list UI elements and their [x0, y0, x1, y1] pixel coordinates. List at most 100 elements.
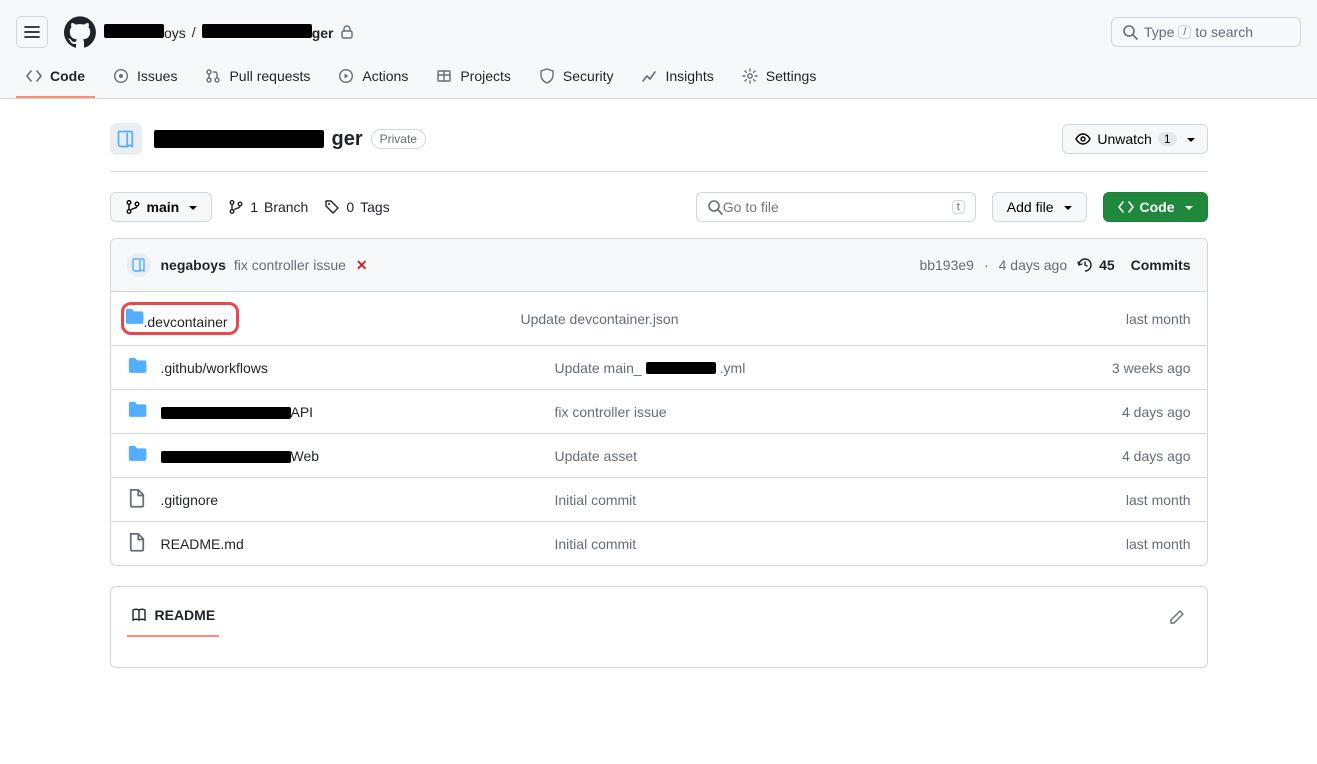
book-icon: [131, 607, 147, 623]
tab-issues[interactable]: Issues: [103, 56, 187, 98]
tag-icon: [324, 199, 340, 215]
file-commit-time: 3 weeks ago: [1112, 360, 1191, 376]
file-link[interactable]: API: [161, 404, 314, 420]
pull-request-icon: [205, 68, 221, 84]
tab-pull-requests[interactable]: Pull requests: [195, 56, 320, 98]
eye-icon: [1075, 131, 1091, 147]
action-row: main 1Branch 0Tags t Add file Code: [110, 192, 1208, 222]
go-to-file-input[interactable]: [723, 199, 952, 215]
commit-author-avatar[interactable]: [127, 253, 151, 277]
commit-message[interactable]: fix controller issue: [234, 257, 346, 273]
file-name: API: [161, 404, 541, 420]
graph-icon: [641, 68, 657, 84]
repo-nav: Code Issues Pull requests Actions Projec…: [0, 56, 1317, 99]
watch-count: 1: [1158, 132, 1177, 146]
repo-header: ger Private Unwatch 1: [110, 123, 1208, 172]
file-commit-message[interactable]: Update main_.yml: [555, 360, 1098, 376]
gear-icon: [742, 68, 758, 84]
github-logo[interactable]: [64, 16, 96, 48]
file-name: .gitignore: [161, 492, 541, 508]
shield-icon: [539, 68, 555, 84]
tab-insights[interactable]: Insights: [631, 56, 723, 98]
file-commit-time: 4 days ago: [1122, 448, 1191, 464]
file-list: negaboys fix controller issue ✕ bb193e9 …: [110, 238, 1208, 566]
github-icon: [64, 16, 96, 48]
commit-author[interactable]: negaboys: [161, 257, 226, 273]
tab-projects[interactable]: Projects: [426, 56, 521, 98]
search-icon: [707, 199, 723, 215]
code-button[interactable]: Code: [1103, 192, 1208, 222]
highlight-annotation: .devcontainer: [121, 302, 239, 335]
file-commit-message[interactable]: Initial commit: [555, 492, 1112, 508]
lock-icon: [339, 24, 355, 40]
file-commit-message[interactable]: Initial commit: [555, 536, 1112, 552]
file-row: README.md Initial commit last month: [111, 522, 1207, 565]
tab-security[interactable]: Security: [529, 56, 624, 98]
issue-icon: [113, 68, 129, 84]
pencil-icon: [1169, 609, 1185, 625]
file-commit-message[interactable]: fix controller issue: [555, 404, 1109, 420]
chevron-down-icon: [185, 199, 197, 215]
breadcrumb-repo[interactable]: ger: [202, 24, 334, 41]
file-row: .github/workflows Update main_.yml 3 weeks…: [111, 346, 1207, 390]
folder-icon: [124, 314, 144, 330]
branch-select-button[interactable]: main: [110, 192, 213, 222]
top-bar: oys / ger Type / to search: [0, 0, 1317, 56]
commits-link[interactable]: 45 Commits: [1077, 257, 1190, 273]
file-link[interactable]: .devcontainer: [144, 314, 228, 330]
search-icon: [1122, 24, 1138, 40]
folder-icon: [127, 356, 147, 379]
visibility-badge: Private: [371, 129, 426, 149]
repo-title: ger: [154, 128, 363, 151]
code-icon: [26, 68, 42, 84]
file-commit-time: last month: [1126, 492, 1191, 508]
breadcrumb-owner[interactable]: oys: [104, 24, 186, 41]
tags-link[interactable]: 0Tags: [324, 199, 389, 215]
file-link[interactable]: .github/workflows: [161, 360, 268, 376]
repo-icon: [131, 257, 147, 273]
commit-sha[interactable]: bb193e9: [919, 257, 974, 273]
unwatch-button[interactable]: Unwatch 1: [1062, 124, 1207, 154]
file-row: Web Update asset 4 days ago: [111, 434, 1207, 478]
global-search[interactable]: Type / to search: [1111, 17, 1301, 47]
branches-link[interactable]: 1Branch: [228, 199, 308, 215]
history-icon: [1077, 257, 1093, 273]
file-icon: [127, 488, 147, 511]
owner-avatar[interactable]: [110, 123, 142, 155]
chevron-down-icon: [1183, 131, 1195, 147]
bars-icon: [24, 24, 40, 40]
readme-tab[interactable]: README: [127, 599, 220, 637]
code-icon: [1118, 199, 1134, 215]
menu-button[interactable]: [16, 16, 48, 48]
file-name: Web: [161, 448, 541, 464]
table-icon: [436, 68, 452, 84]
tab-settings[interactable]: Settings: [732, 56, 827, 98]
branch-icon: [228, 199, 244, 215]
file-commit-message[interactable]: Update asset: [555, 448, 1109, 464]
file-link[interactable]: README.md: [161, 536, 244, 552]
file-commit-message[interactable]: Update devcontainer.json: [521, 311, 1112, 327]
search-placeholder-post: to search: [1195, 24, 1253, 40]
repo-icon: [116, 129, 136, 149]
go-to-file-input-wrap[interactable]: t: [696, 192, 976, 222]
tab-code[interactable]: Code: [16, 56, 95, 98]
add-file-button[interactable]: Add file: [992, 192, 1087, 222]
folder-icon: [127, 444, 147, 467]
file-row: .gitignore Initial commit last month: [111, 478, 1207, 522]
readme-section: README: [110, 586, 1208, 668]
breadcrumb: oys / ger: [104, 24, 355, 41]
ci-status-fail-icon[interactable]: ✕: [356, 257, 368, 274]
chevron-down-icon: [1060, 199, 1072, 215]
commit-when[interactable]: 4 days ago: [999, 257, 1068, 273]
tab-actions[interactable]: Actions: [328, 56, 418, 98]
file-commit-time: 4 days ago: [1122, 404, 1191, 420]
file-commit-time: last month: [1126, 311, 1191, 327]
edit-readme-button[interactable]: [1163, 603, 1191, 634]
branch-icon: [125, 199, 141, 215]
play-icon: [338, 68, 354, 84]
file-commit-time: last month: [1126, 536, 1191, 552]
file-link[interactable]: .gitignore: [161, 492, 219, 508]
search-kbd: /: [1178, 25, 1191, 39]
file-link[interactable]: Web: [161, 448, 320, 464]
search-placeholder-pre: Type: [1144, 24, 1174, 40]
